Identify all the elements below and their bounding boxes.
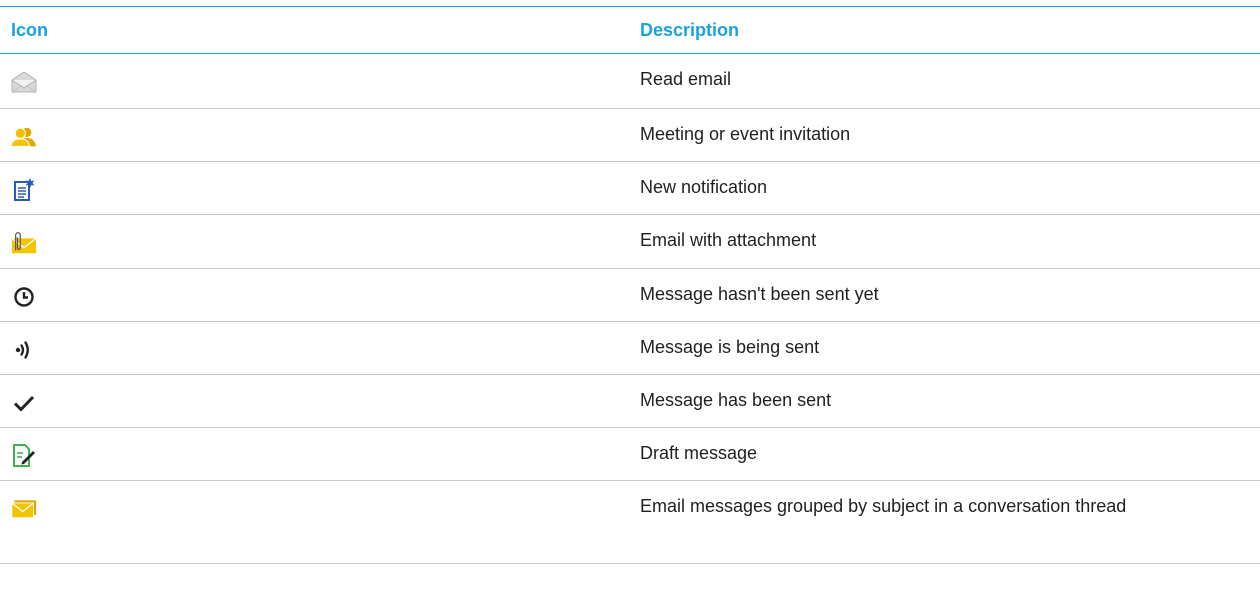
meeting-invitation-icon bbox=[11, 124, 37, 150]
new-notification-icon bbox=[11, 177, 37, 203]
table-row: New notification bbox=[0, 162, 1260, 215]
row-description: Message is being sent bbox=[640, 337, 820, 357]
table-row: Meeting or event invitation bbox=[0, 109, 1260, 162]
row-description: Message has been sent bbox=[640, 390, 832, 410]
table-row: Message hasn't been sent yet bbox=[0, 269, 1260, 322]
read-email-icon bbox=[11, 69, 37, 95]
table-row: Email messages grouped by subject in a c… bbox=[0, 481, 1260, 564]
row-description: Draft message bbox=[640, 443, 758, 463]
description-column-header: Description bbox=[640, 19, 740, 40]
table-header-row: Icon Description bbox=[0, 7, 1260, 54]
row-description: New notification bbox=[640, 177, 768, 197]
sending-icon bbox=[11, 337, 37, 363]
row-description: Read email bbox=[640, 69, 732, 89]
icon-legend-table: Icon Description Read email Meeting or e… bbox=[0, 6, 1260, 564]
conversation-thread-icon bbox=[11, 496, 37, 522]
row-description: Email with attachment bbox=[640, 230, 817, 250]
clock-icon bbox=[11, 284, 37, 310]
checkmark-icon bbox=[11, 390, 37, 416]
icon-column-header: Icon bbox=[11, 19, 49, 40]
row-description: Email messages grouped by subject in a c… bbox=[640, 496, 1127, 516]
table-row: Message has been sent bbox=[0, 375, 1260, 428]
table-row: Read email bbox=[0, 54, 1260, 109]
row-description: Message hasn't been sent yet bbox=[640, 284, 879, 304]
draft-icon bbox=[11, 443, 37, 469]
table-row: Draft message bbox=[0, 428, 1260, 481]
table-row: Email with attachment bbox=[0, 215, 1260, 269]
table-row: Message is being sent bbox=[0, 322, 1260, 375]
row-description: Meeting or event invitation bbox=[640, 124, 851, 144]
email-attachment-icon bbox=[11, 230, 37, 256]
